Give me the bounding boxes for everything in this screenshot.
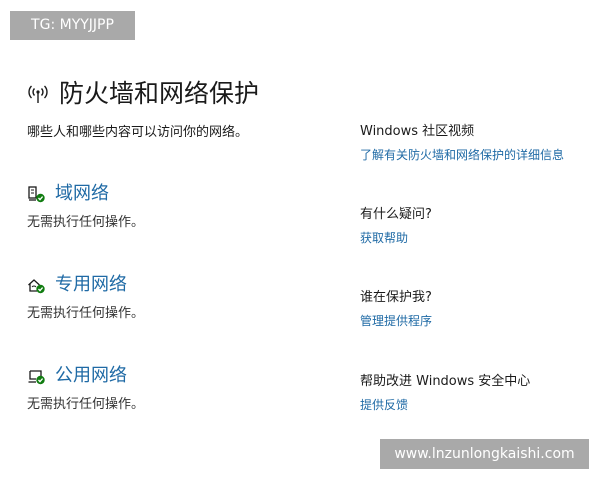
sidebar-community-videos: Windows 社区视频 了解有关防火墙和网络保护的详细信息 (360, 123, 590, 164)
network-private-link[interactable]: 专用网络 (55, 272, 127, 298)
network-public-link[interactable]: 公用网络 (55, 363, 127, 389)
page-header: 防火墙和网络保护 (26, 76, 259, 112)
network-domain-status: 无需执行任何操作。 (27, 215, 145, 230)
sidebar-heading-improve: 帮助改进 Windows 安全中心 (360, 374, 531, 389)
network-private-status: 无需执行任何操作。 (27, 306, 145, 321)
domain-network-icon (27, 185, 46, 204)
network-domain-link[interactable]: 域网络 (55, 181, 109, 207)
network-private: 专用网络 无需执行任何操作。 (27, 272, 327, 321)
get-help-link[interactable]: 获取帮助 (360, 230, 590, 247)
watermark-url: www.lnzunlongkaishi.com (380, 439, 589, 469)
sidebar-who-protects: 谁在保护我? 管理提供程序 (360, 289, 590, 330)
network-public: 公用网络 无需执行任何操作。 (27, 363, 327, 412)
sidebar-heading-community-videos: Windows 社区视频 (360, 124, 475, 139)
provide-feedback-link[interactable]: 提供反馈 (360, 397, 590, 414)
page-subtitle: 哪些人和哪些内容可以访问你的网络。 (27, 125, 249, 140)
network-public-status: 无需执行任何操作。 (27, 397, 145, 412)
public-network-icon (27, 367, 46, 386)
learn-more-link[interactable]: 了解有关防火墙和网络保护的详细信息 (360, 147, 590, 164)
manage-providers-link[interactable]: 管理提供程序 (360, 313, 590, 330)
sidebar-feedback: 帮助改进 Windows 安全中心 提供反馈 (360, 373, 590, 414)
network-domain: 域网络 无需执行任何操作。 (27, 181, 327, 230)
private-network-icon (27, 276, 46, 295)
sidebar-heading-questions: 有什么疑问? (360, 207, 432, 222)
firewall-network-protection-page: TG: MYYJJPP 防火墙和网络保护 哪些人和哪些内容可以访问你的网络。 域… (0, 0, 600, 480)
sidebar-questions: 有什么疑问? 获取帮助 (360, 206, 590, 247)
wireless-signal-icon (26, 82, 50, 106)
page-title: 防火墙和网络保护 (59, 79, 260, 108)
sidebar-heading-who-protects: 谁在保护我? (360, 290, 432, 305)
watermark-tag: TG: MYYJJPP (10, 11, 135, 40)
